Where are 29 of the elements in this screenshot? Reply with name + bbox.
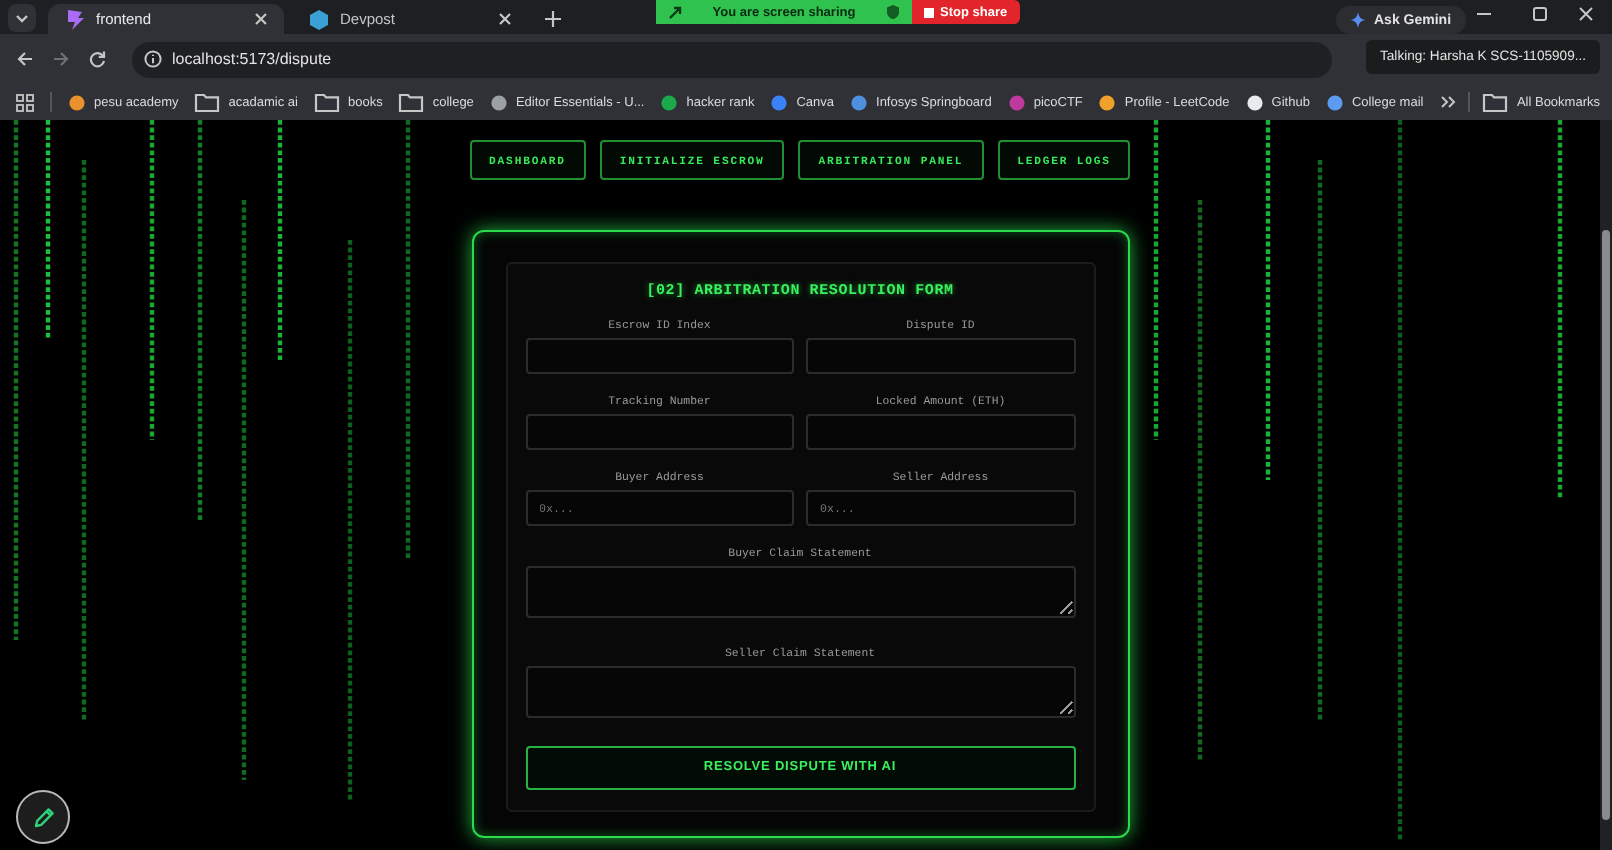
reload-icon[interactable] <box>88 50 106 68</box>
apps-icon[interactable] <box>16 93 34 111</box>
close-icon[interactable] <box>498 12 512 26</box>
folder-icon <box>194 90 221 114</box>
forward-icon[interactable] <box>52 50 70 68</box>
scrollbar[interactable] <box>1600 120 1612 850</box>
folder-icon <box>313 90 340 114</box>
address-bar[interactable]: localhost:5173/dispute <box>132 41 1332 77</box>
chevron-icon[interactable] <box>1440 94 1457 110</box>
site-icon <box>64 7 86 31</box>
input-field[interactable] <box>806 414 1075 450</box>
info-icon[interactable] <box>144 50 162 68</box>
input-field[interactable] <box>525 414 794 450</box>
close-icon[interactable] <box>254 12 268 26</box>
input-field[interactable] <box>525 338 794 374</box>
site-icon <box>308 7 330 31</box>
folder-icon <box>1482 90 1509 114</box>
tab-list-button[interactable] <box>8 4 36 32</box>
share-icon <box>668 5 682 19</box>
stop-icon <box>924 7 934 17</box>
restore-icon[interactable] <box>1532 6 1548 22</box>
folder-icon <box>398 90 425 114</box>
close-icon[interactable] <box>1578 6 1594 22</box>
sparkle-icon <box>1350 12 1366 28</box>
pencil-icon <box>31 805 55 829</box>
back-icon[interactable] <box>16 50 34 68</box>
input-field[interactable] <box>806 338 1075 374</box>
new-tab-icon[interactable] <box>544 10 562 28</box>
shield-icon <box>885 4 900 20</box>
